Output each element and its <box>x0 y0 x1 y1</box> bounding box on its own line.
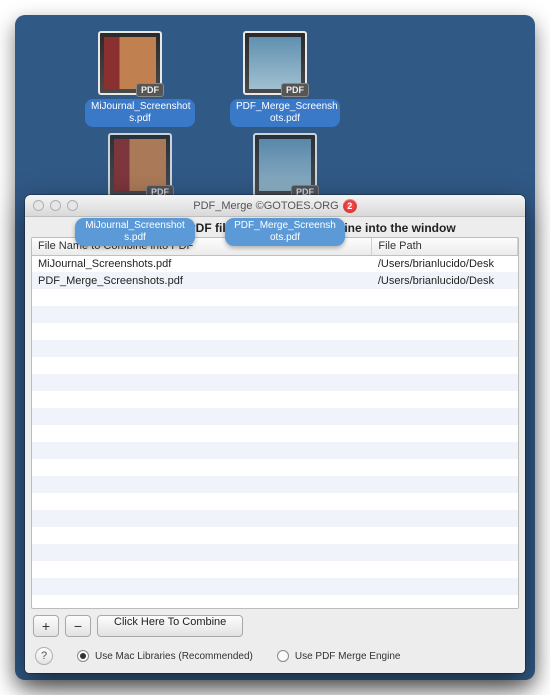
cell-filepath <box>372 374 518 391</box>
table-row <box>32 544 518 561</box>
cell-filepath <box>372 306 518 323</box>
cell-filename <box>32 476 372 493</box>
cell-filepath <box>372 527 518 544</box>
pdf-thumbnail: PDF <box>243 31 307 95</box>
cell-filepath <box>372 425 518 442</box>
cell-filename <box>32 527 372 544</box>
table-row <box>32 442 518 459</box>
radio-label: Use PDF Merge Engine <box>295 651 401 662</box>
bottom-toolbar: + − Click Here To Combine <box>25 609 525 643</box>
cell-filepath <box>372 561 518 578</box>
drag-label-2: PDF_Merge_Screensh ots.pdf <box>225 218 345 246</box>
cell-filepath <box>372 408 518 425</box>
table-row <box>32 323 518 340</box>
remove-button[interactable]: − <box>65 615 91 637</box>
desktop-background: PDF MiJournal_Screenshot s.pdf PDF PDF_M… <box>15 15 535 680</box>
radio-label: Use Mac Libraries (Recommended) <box>95 651 253 662</box>
table-row <box>32 357 518 374</box>
radio-mac-libraries[interactable]: Use Mac Libraries (Recommended) <box>77 650 253 662</box>
table-row <box>32 340 518 357</box>
cell-filename <box>32 544 372 561</box>
help-button[interactable]: ? <box>35 647 53 665</box>
cell-filepath <box>372 340 518 357</box>
table-row <box>32 476 518 493</box>
cell-filepath <box>372 510 518 527</box>
combine-button[interactable]: Click Here To Combine <box>97 615 243 637</box>
cell-filepath <box>372 391 518 408</box>
table-row <box>32 289 518 306</box>
table-row <box>32 527 518 544</box>
cell-filename <box>32 306 372 323</box>
cell-filename <box>32 357 372 374</box>
cell-filename <box>32 425 372 442</box>
radio-icon <box>77 650 89 662</box>
titlebar[interactable]: PDF_Merge ©GOTOES.ORG 2 <box>25 195 525 217</box>
cell-filepath <box>372 493 518 510</box>
cell-filename <box>32 493 372 510</box>
cell-filepath <box>372 323 518 340</box>
cell-filename <box>32 391 372 408</box>
table-row <box>32 391 518 408</box>
table-row[interactable]: MiJournal_Screenshots.pdf/Users/brianluc… <box>32 255 518 272</box>
radio-icon <box>277 650 289 662</box>
cell-filename <box>32 459 372 476</box>
cell-filename <box>32 374 372 391</box>
cell-filepath <box>372 544 518 561</box>
cell-filename <box>32 510 372 527</box>
cell-filepath: /Users/brianlucido/Desk <box>372 255 518 272</box>
pdf-badge-icon: PDF <box>136 83 164 97</box>
table-row <box>32 306 518 323</box>
cell-filename <box>32 323 372 340</box>
cell-filepath: /Users/brianlucido/Desk <box>372 272 518 289</box>
desktop-file-label: PDF_Merge_Screensh ots.pdf <box>230 99 340 127</box>
table-row <box>32 425 518 442</box>
table-row <box>32 493 518 510</box>
drag-ghost-file-1: PDF <box>95 133 185 197</box>
table-row <box>32 578 518 595</box>
table-row <box>32 374 518 391</box>
cell-filename <box>32 561 372 578</box>
pdf-thumbnail: PDF <box>108 133 172 197</box>
column-header-filepath[interactable]: File Path <box>372 238 518 255</box>
add-button[interactable]: + <box>33 615 59 637</box>
table-row <box>32 561 518 578</box>
app-window: PDF_Merge ©GOTOES.ORG 2 Please Drag the … <box>25 195 525 673</box>
table-row <box>32 510 518 527</box>
desktop-file-pdfmerge[interactable]: PDF PDF_Merge_Screensh ots.pdf <box>230 31 320 127</box>
file-list-table[interactable]: File Name to Combine into PDF File Path … <box>31 237 519 609</box>
desktop-file-mijournal[interactable]: PDF MiJournal_Screenshot s.pdf <box>85 31 175 127</box>
desktop-file-label: MiJournal_Screenshot s.pdf <box>85 99 195 127</box>
cell-filepath <box>372 476 518 493</box>
cell-filename <box>32 408 372 425</box>
cell-filename <box>32 289 372 306</box>
pdf-thumbnail: PDF <box>98 31 162 95</box>
window-title-text: PDF_Merge ©GOTOES.ORG <box>193 199 338 211</box>
cell-filename <box>32 340 372 357</box>
options-bar: ? Use Mac Libraries (Recommended) Use PD… <box>25 643 525 673</box>
alert-count-badge: 2 <box>343 199 357 213</box>
drag-label-1: MiJournal_Screenshot s.pdf <box>75 218 195 246</box>
cell-filepath <box>372 289 518 306</box>
cell-filepath <box>372 459 518 476</box>
cell-filename: MiJournal_Screenshots.pdf <box>32 255 372 272</box>
table-row <box>32 408 518 425</box>
window-title: PDF_Merge ©GOTOES.ORG 2 <box>25 199 525 213</box>
cell-filepath <box>372 578 518 595</box>
pdf-badge-icon: PDF <box>281 83 309 97</box>
table-row <box>32 459 518 476</box>
cell-filepath <box>372 442 518 459</box>
cell-filepath <box>372 357 518 374</box>
cell-filename: PDF_Merge_Screenshots.pdf <box>32 272 372 289</box>
pdf-thumbnail: PDF <box>253 133 317 197</box>
cell-filename <box>32 442 372 459</box>
drag-ghost-file-2: PDF <box>240 133 330 197</box>
radio-pdf-engine[interactable]: Use PDF Merge Engine <box>277 650 401 662</box>
cell-filename <box>32 578 372 595</box>
table-row[interactable]: PDF_Merge_Screenshots.pdf/Users/brianluc… <box>32 272 518 289</box>
